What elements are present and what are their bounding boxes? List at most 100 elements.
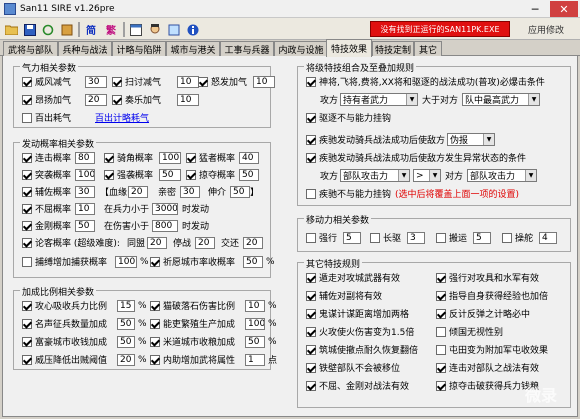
value-input[interactable]: 1 bbox=[245, 353, 265, 366]
checkbox[interactable] bbox=[150, 354, 160, 365]
value-input[interactable]: 3000 bbox=[152, 202, 178, 215]
value-input[interactable]: 20 bbox=[85, 93, 107, 106]
value-input[interactable]: 80 bbox=[75, 151, 95, 164]
value-input[interactable]: 50 bbox=[230, 185, 250, 198]
calendar-icon[interactable] bbox=[127, 21, 144, 38]
checkbox[interactable] bbox=[436, 326, 446, 337]
checkbox[interactable] bbox=[306, 134, 316, 145]
folder-icon[interactable] bbox=[3, 21, 20, 38]
checkbox[interactable] bbox=[104, 152, 114, 163]
checkbox[interactable] bbox=[306, 326, 316, 337]
attacker-stat-select-2[interactable]: 部队攻击力 ▼ bbox=[340, 169, 410, 182]
link-scheme-cost[interactable]: 百出计略耗气 bbox=[95, 111, 149, 124]
tab-cities-ports[interactable]: 城市与港关 bbox=[166, 41, 220, 56]
defender-stat-select[interactable]: 队中最高武力 ▼ bbox=[462, 93, 541, 106]
value-input[interactable]: 10 bbox=[177, 93, 199, 106]
checkbox[interactable] bbox=[306, 112, 316, 123]
value-input[interactable]: 50 bbox=[159, 168, 181, 181]
value-input[interactable]: 50 bbox=[75, 219, 95, 232]
tab-works-weapons[interactable]: 工事与兵器 bbox=[220, 41, 274, 56]
value-input[interactable]: 30 bbox=[180, 185, 200, 198]
checkbox[interactable] bbox=[150, 256, 160, 267]
value-input[interactable]: 50 bbox=[245, 335, 265, 348]
tab-schemes-traps[interactable]: 计略与陷阱 bbox=[112, 41, 166, 56]
value-input[interactable]: 50 bbox=[117, 335, 135, 348]
value-input[interactable]: 40 bbox=[239, 151, 259, 164]
checkbox[interactable] bbox=[306, 188, 316, 199]
traditional-chinese-button[interactable]: 繁 bbox=[102, 21, 120, 38]
checkbox[interactable] bbox=[436, 290, 446, 301]
checkbox[interactable] bbox=[198, 76, 208, 87]
value-input[interactable]: 30 bbox=[75, 185, 95, 198]
value-input[interactable]: 50 bbox=[239, 168, 259, 181]
attacker-stat-select[interactable]: 持有者武力 ▼ bbox=[340, 93, 418, 106]
checkbox[interactable] bbox=[306, 76, 316, 87]
value-input[interactable]: 50 bbox=[243, 255, 263, 268]
value-input[interactable]: 5 bbox=[473, 231, 491, 244]
value-input[interactable]: 5 bbox=[343, 231, 361, 244]
minimize-button[interactable]: ─ bbox=[524, 1, 546, 17]
value-input[interactable]: 800 bbox=[152, 219, 178, 232]
value-input[interactable]: 3 bbox=[407, 231, 425, 244]
close-button[interactable]: ✕ bbox=[550, 1, 578, 17]
value-input[interactable]: 10 bbox=[245, 299, 265, 312]
checkbox[interactable] bbox=[186, 152, 196, 163]
checkbox[interactable] bbox=[150, 336, 160, 347]
value-input[interactable]: 20 bbox=[243, 236, 263, 249]
info-icon[interactable] bbox=[184, 21, 201, 38]
value-input[interactable]: 4 bbox=[539, 231, 557, 244]
checkbox[interactable] bbox=[22, 237, 32, 248]
checkbox[interactable] bbox=[22, 336, 32, 347]
checkbox[interactable] bbox=[112, 76, 122, 87]
checkbox[interactable] bbox=[22, 318, 32, 329]
value-input[interactable]: 100 bbox=[245, 317, 265, 330]
checkbox[interactable] bbox=[306, 152, 316, 163]
checkbox[interactable] bbox=[370, 232, 380, 243]
checkbox[interactable] bbox=[22, 152, 32, 163]
checkbox[interactable] bbox=[306, 308, 316, 319]
tab-others[interactable]: 其它 bbox=[414, 41, 442, 56]
tab-domestic[interactable]: 内政与设施 bbox=[274, 41, 328, 56]
checkbox[interactable] bbox=[22, 94, 32, 105]
tab-skill-effects[interactable]: 特技效果 bbox=[326, 39, 372, 57]
checkbox[interactable] bbox=[150, 318, 160, 329]
value-input[interactable]: 15 bbox=[117, 299, 135, 312]
apply-button[interactable]: 应用修改 bbox=[516, 21, 576, 37]
checkbox[interactable] bbox=[306, 272, 316, 283]
checkbox[interactable] bbox=[22, 300, 32, 311]
checkbox[interactable] bbox=[306, 344, 316, 355]
checkbox[interactable] bbox=[22, 186, 32, 197]
value-input[interactable]: 20 bbox=[128, 185, 148, 198]
status-select[interactable]: 伪报 ▼ bbox=[447, 133, 496, 146]
checkbox[interactable] bbox=[306, 290, 316, 301]
checkbox[interactable] bbox=[22, 256, 32, 267]
checkbox[interactable] bbox=[436, 344, 446, 355]
checkbox[interactable] bbox=[22, 354, 32, 365]
tab-officers[interactable]: 武将与部队 bbox=[3, 41, 58, 56]
value-input[interactable]: 20 bbox=[117, 353, 135, 366]
tab-troops-tactics[interactable]: 兵种与战法 bbox=[58, 41, 112, 56]
save-icon[interactable] bbox=[21, 21, 38, 38]
checkbox[interactable] bbox=[436, 272, 446, 283]
tab-skill-custom[interactable]: 特技定制 bbox=[372, 41, 414, 56]
checkbox[interactable] bbox=[436, 362, 446, 373]
value-input[interactable]: 10 bbox=[75, 202, 95, 215]
checkbox[interactable] bbox=[502, 232, 512, 243]
value-input[interactable]: 30 bbox=[85, 75, 107, 88]
checkbox[interactable] bbox=[306, 232, 316, 243]
tool-icon[interactable] bbox=[58, 21, 75, 38]
value-input[interactable]: 100 bbox=[75, 168, 95, 181]
simplified-chinese-button[interactable]: 简 bbox=[82, 21, 100, 38]
checkbox[interactable] bbox=[104, 169, 114, 180]
portrait-icon[interactable] bbox=[146, 21, 163, 38]
checkbox[interactable] bbox=[150, 300, 160, 311]
value-input[interactable]: 10 bbox=[253, 75, 275, 88]
exit-icon[interactable] bbox=[165, 21, 182, 38]
value-input[interactable]: 20 bbox=[195, 236, 215, 249]
checkbox[interactable] bbox=[436, 380, 446, 391]
checkbox[interactable] bbox=[186, 169, 196, 180]
checkbox[interactable] bbox=[306, 380, 316, 391]
refresh-icon[interactable] bbox=[39, 21, 56, 38]
value-input[interactable]: 20 bbox=[147, 236, 167, 249]
defender-stat-select-2[interactable]: 部队攻击力 ▼ bbox=[467, 169, 538, 182]
